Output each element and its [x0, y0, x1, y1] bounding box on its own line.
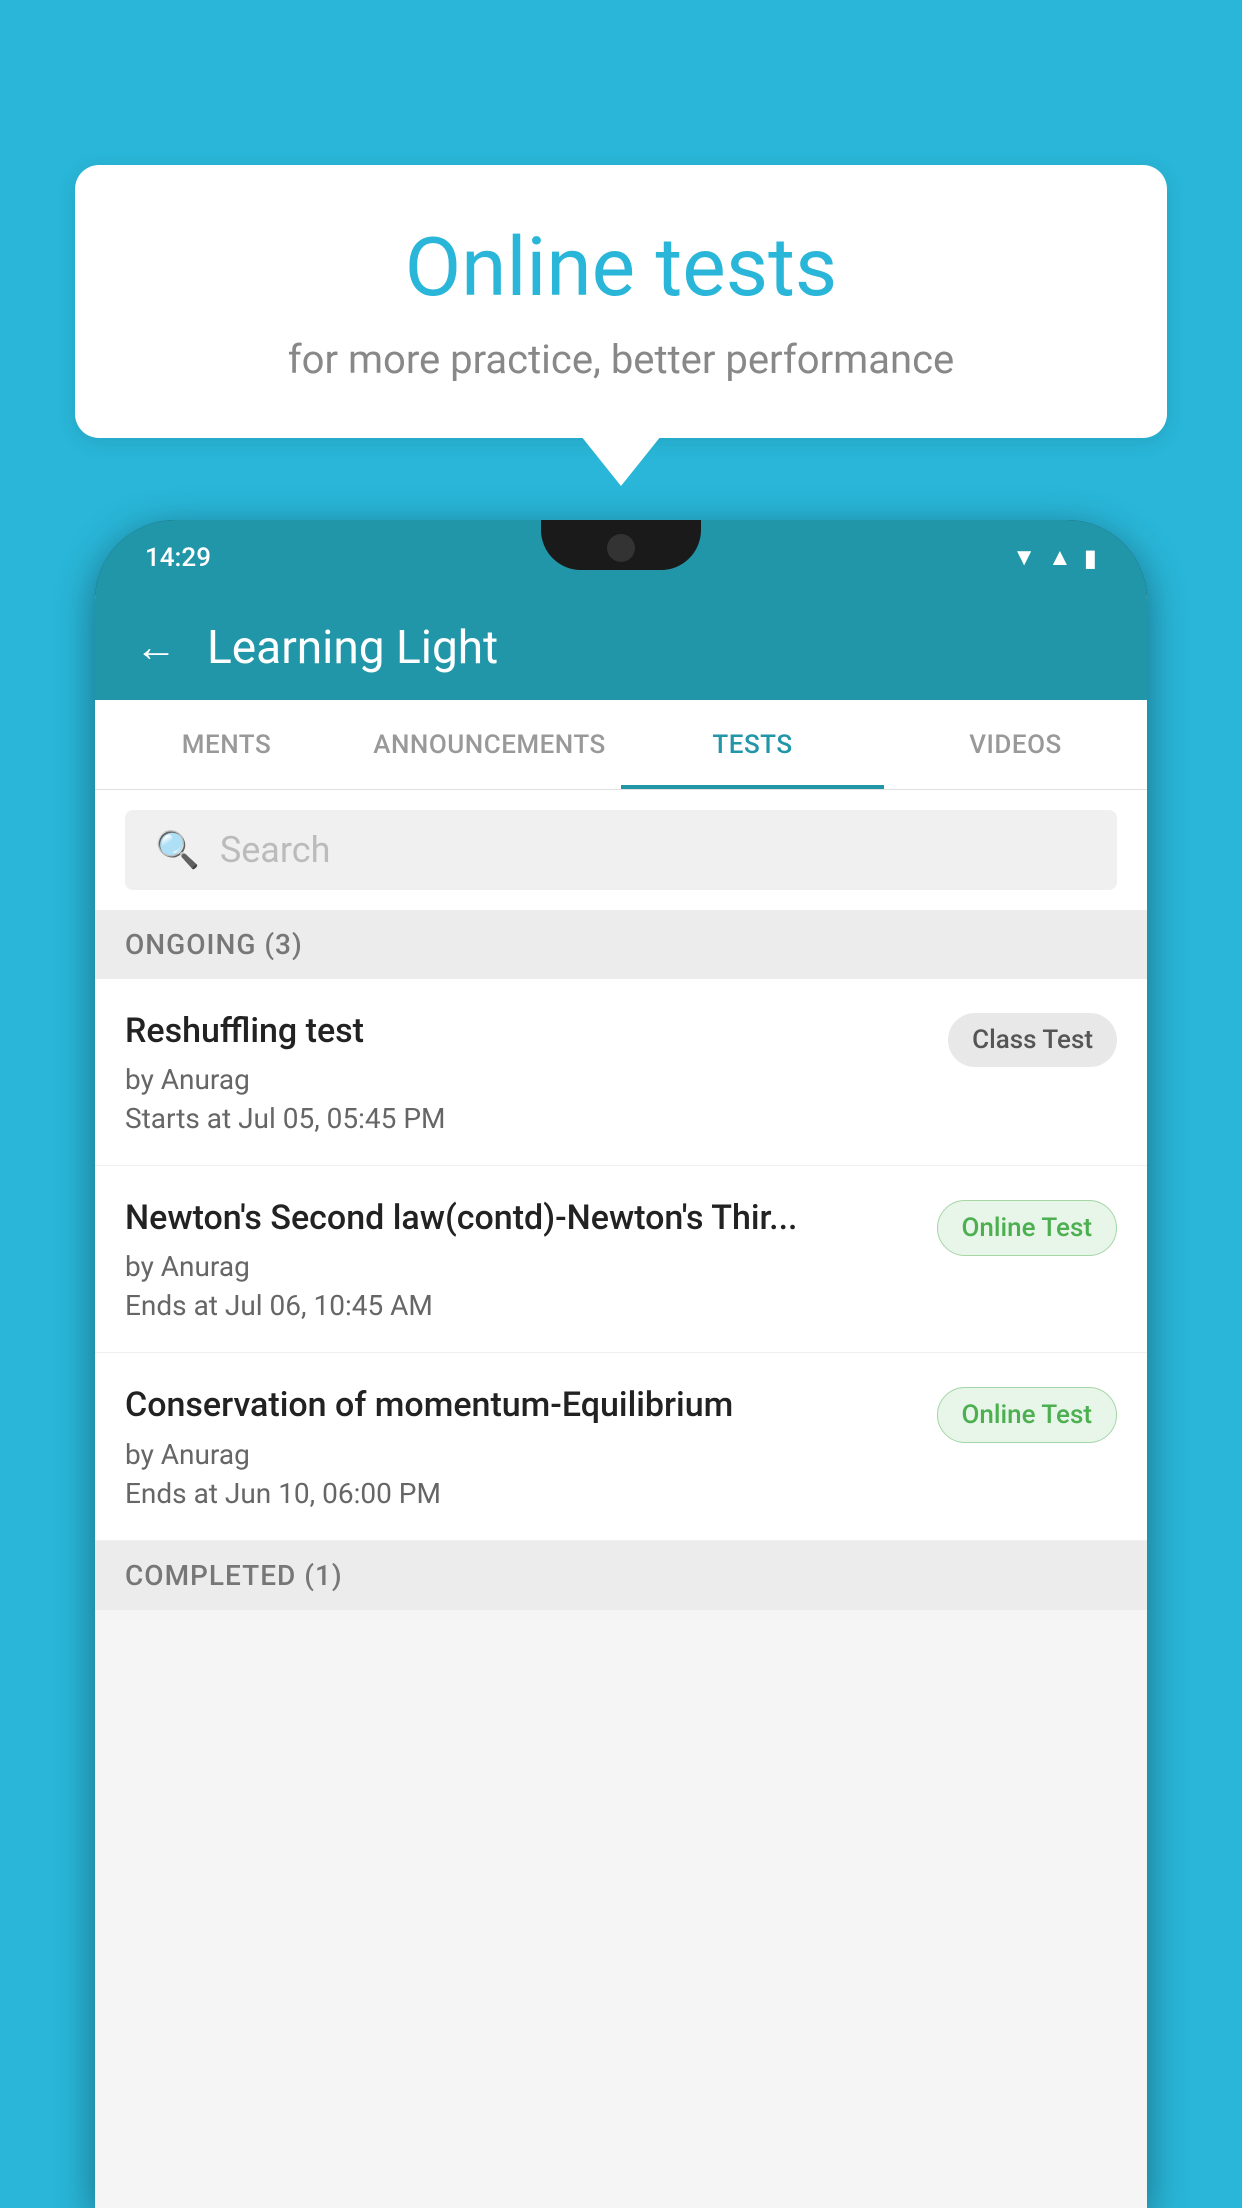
signal-icon: ▲	[1048, 543, 1072, 572]
ongoing-label: ONGOING (3)	[125, 928, 303, 961]
test-item-3[interactable]: Conservation of momentum-Equilibrium by …	[95, 1353, 1147, 1540]
test-date-1: Starts at Jul 05, 05:45 PM	[125, 1102, 928, 1135]
test-info-1: Reshuffling test by Anurag Starts at Jul…	[125, 1009, 928, 1135]
search-container: 🔍 Search	[95, 790, 1147, 910]
test-item-2[interactable]: Newton's Second law(contd)-Newton's Thir…	[95, 1166, 1147, 1353]
tabs-bar: MENTS ANNOUNCEMENTS TESTS VIDEOS	[95, 700, 1147, 790]
status-bar: 14:29 ▼ ▲ ▮	[95, 520, 1147, 595]
test-badge-3: Online Test	[937, 1387, 1118, 1443]
wifi-icon: ▼	[1012, 543, 1036, 572]
test-author-3: by Anurag	[125, 1438, 917, 1471]
test-info-2: Newton's Second law(contd)-Newton's Thir…	[125, 1196, 917, 1322]
bubble-subtitle: for more practice, better performance	[135, 336, 1107, 383]
test-title-1: Reshuffling test	[125, 1009, 928, 1053]
phone-frame: 14:29 ▼ ▲ ▮ ← Learning Light MENTS ANNOU…	[95, 520, 1147, 2208]
tab-tests[interactable]: TESTS	[621, 700, 884, 789]
completed-label: COMPLETED (1)	[125, 1559, 343, 1592]
ongoing-section-header: ONGOING (3)	[95, 910, 1147, 979]
test-item-1[interactable]: Reshuffling test by Anurag Starts at Jul…	[95, 979, 1147, 1166]
search-box[interactable]: 🔍 Search	[125, 810, 1117, 890]
tab-ments[interactable]: MENTS	[95, 700, 358, 789]
tab-videos[interactable]: VIDEOS	[884, 700, 1147, 789]
test-title-2: Newton's Second law(contd)-Newton's Thir…	[125, 1196, 917, 1240]
test-badge-1: Class Test	[948, 1013, 1117, 1067]
app-title: Learning Light	[207, 621, 498, 675]
speech-bubble: Online tests for more practice, better p…	[75, 165, 1167, 438]
back-button[interactable]: ←	[135, 623, 177, 672]
tab-announcements[interactable]: ANNOUNCEMENTS	[358, 700, 621, 789]
test-list: Reshuffling test by Anurag Starts at Jul…	[95, 979, 1147, 1541]
test-date-2: Ends at Jul 06, 10:45 AM	[125, 1289, 917, 1322]
test-author-2: by Anurag	[125, 1250, 917, 1283]
test-title-3: Conservation of momentum-Equilibrium	[125, 1383, 917, 1427]
bubble-title: Online tests	[135, 220, 1107, 316]
status-time: 14:29	[145, 543, 211, 573]
test-badge-2: Online Test	[937, 1200, 1118, 1256]
test-author-1: by Anurag	[125, 1063, 928, 1096]
search-input[interactable]: Search	[220, 829, 331, 871]
app-header: ← Learning Light	[95, 595, 1147, 700]
completed-section-header: COMPLETED (1)	[95, 1541, 1147, 1610]
app-screen: ← Learning Light MENTS ANNOUNCEMENTS TES…	[95, 595, 1147, 2208]
search-icon: 🔍	[155, 829, 200, 871]
test-info-3: Conservation of momentum-Equilibrium by …	[125, 1383, 917, 1509]
test-date-3: Ends at Jun 10, 06:00 PM	[125, 1477, 917, 1510]
battery-icon: ▮	[1084, 544, 1097, 572]
status-icons: ▼ ▲ ▮	[1012, 543, 1097, 572]
